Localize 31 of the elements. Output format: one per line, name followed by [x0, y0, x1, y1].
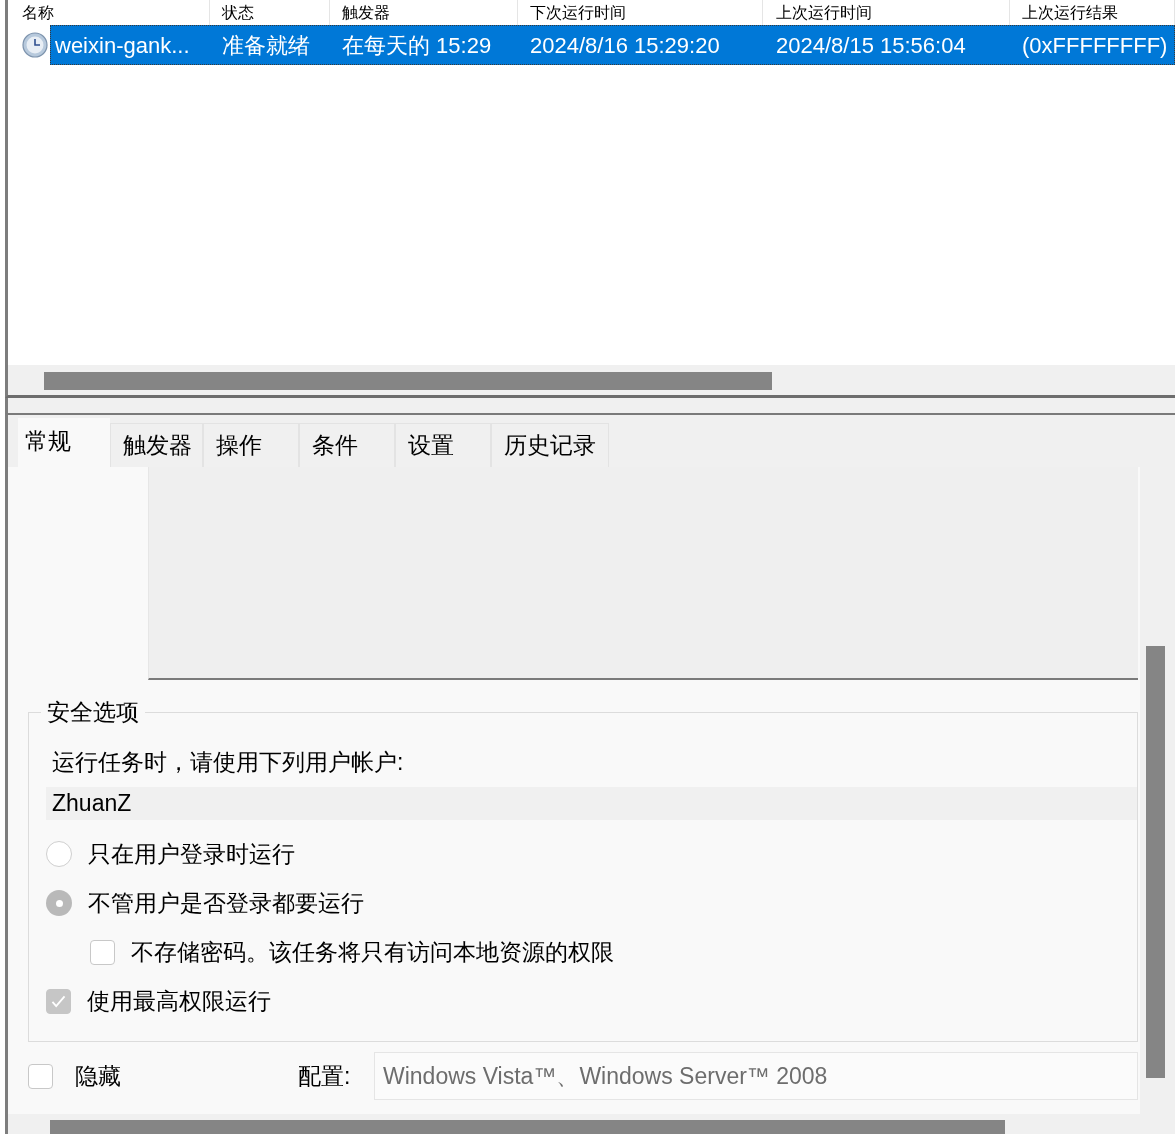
- tab[interactable]: 操作: [203, 423, 299, 467]
- account-prompt: 运行任务时，请使用下列用户帐户:: [52, 748, 405, 777]
- hidden-label: 隐藏: [75, 1061, 121, 1091]
- group-title: 安全选项: [46, 698, 140, 727]
- tab[interactable]: 常规: [18, 418, 110, 467]
- table-cell-text: weixin-gank...: [54, 31, 191, 60]
- scrollbar-track[interactable]: [8, 1114, 1140, 1134]
- user-account-field[interactable]: ZhuanZ: [46, 787, 1137, 820]
- scrollbar-track[interactable]: [8, 365, 1175, 395]
- tab[interactable]: 历史记录: [491, 423, 609, 467]
- table-cell-text: 2024/8/15 15:56:04: [775, 31, 967, 60]
- scrollbar-thumb[interactable]: [50, 1120, 1005, 1134]
- option-label: 使用最高权限运行: [87, 987, 271, 1016]
- checkmark-icon: [51, 994, 66, 1008]
- option-label: 不存储密码。该任务将只有访问本地资源的权限: [131, 938, 614, 967]
- table-cell-text: 准备就绪: [221, 31, 311, 60]
- configure-label: 配置:: [298, 1061, 351, 1091]
- table-cell-text: 在每天的 15:29: [341, 31, 493, 60]
- clock-icon: [22, 32, 48, 58]
- tab[interactable]: 条件: [299, 423, 395, 467]
- option-label: 不管用户是否登录都要运行: [88, 889, 364, 918]
- scrollbar-thumb[interactable]: [44, 372, 772, 390]
- scrollbar-thumb[interactable]: [1146, 646, 1165, 1078]
- table-cell-text: (0xFFFFFFFF): [1021, 31, 1169, 60]
- scrollbar-track[interactable]: [1140, 467, 1175, 1134]
- task-row[interactable]: weixin-gank... 准备就绪 在每天的 15:29 2024/8/16 15:29:20 2024/8/15 15:56:04 (0xFFFFFFFF): [50, 25, 1175, 65]
- tab[interactable]: 触发器: [110, 423, 203, 467]
- option-label: 只在用户登录时运行: [88, 840, 295, 869]
- tab[interactable]: 设置: [395, 423, 491, 467]
- description-field[interactable]: [148, 467, 1138, 680]
- table-cell-text: 2024/8/16 15:29:20: [529, 31, 721, 60]
